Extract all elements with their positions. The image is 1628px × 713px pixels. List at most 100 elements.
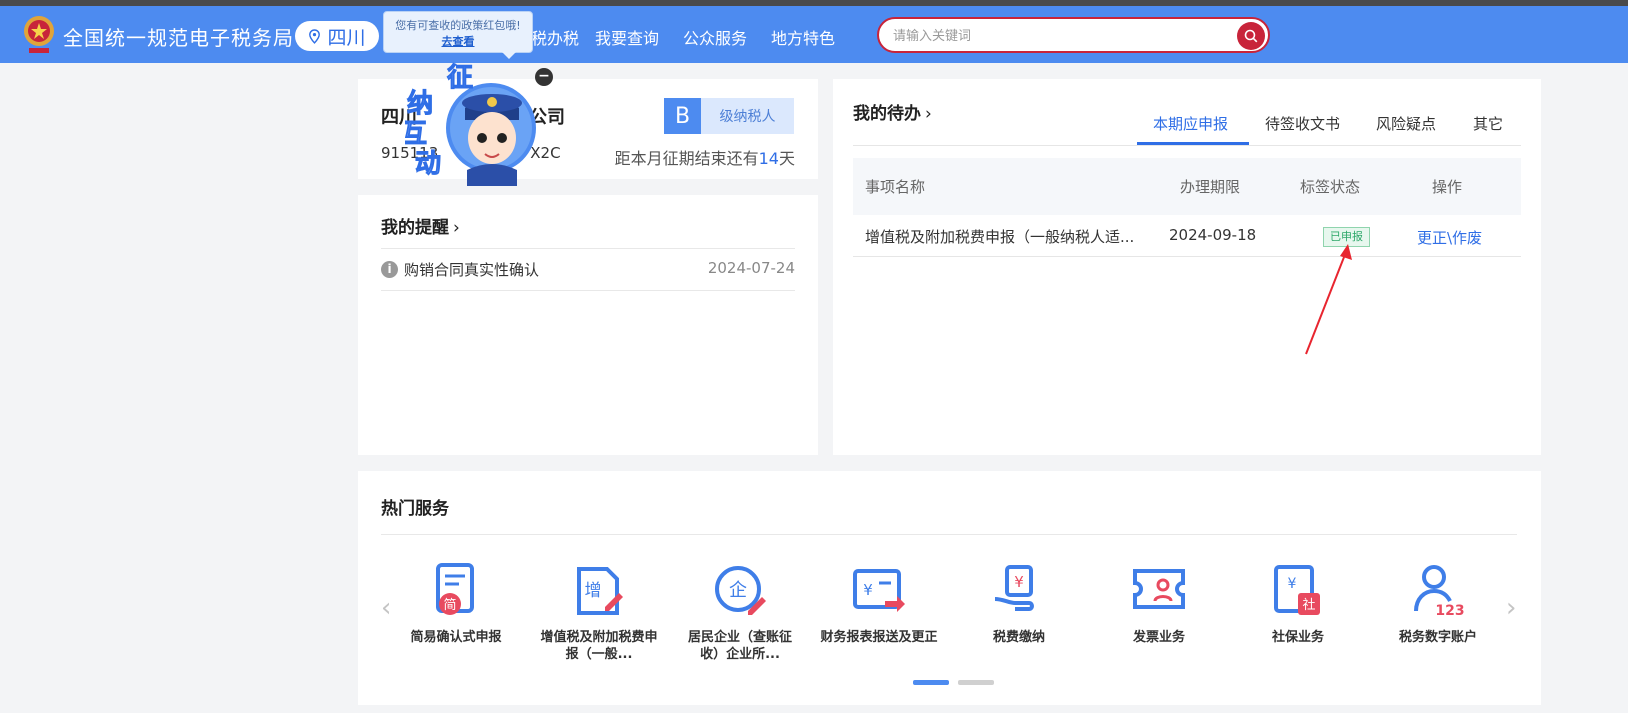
reminder-divider [381, 248, 795, 249]
taxpayer-grade-label: 级纳税人 [719, 109, 776, 125]
simple-badge: 简 [443, 597, 456, 613]
service-vat-declare[interactable]: 增 增值税及附加税费申报（一般... [539, 563, 659, 663]
nav-tax-handling[interactable]: 税办税 [531, 25, 579, 49]
vat-declare-icon: 增 [577, 567, 623, 615]
mascot-close-button[interactable]: − [535, 68, 553, 86]
todo-title[interactable]: 我的待办 › [853, 99, 932, 124]
reminder-item-date: 2024-07-24 [707, 259, 795, 277]
tax-payment-icon: ¥ [994, 565, 1034, 611]
digital-account-icon: 123 [1414, 565, 1465, 619]
carousel-prev-button[interactable]: ‹ [381, 593, 391, 623]
nav-query[interactable]: 我要查询 [595, 25, 659, 49]
policy-tooltip: 您有可查收的政策红包哦! 去查看 [383, 11, 533, 59]
service-label: 税务数字账户 [1398, 630, 1477, 645]
tooltip-text: 您有可查收的政策红包哦! [395, 19, 521, 32]
service-label: 社保业务 [1271, 630, 1324, 645]
deadline-prefix: 距本月征期结束还有 [614, 149, 759, 168]
chevron-right-icon: › [1506, 593, 1517, 623]
tab-pending-documents[interactable]: 待签收文书 [1265, 113, 1340, 134]
chevron-right-icon: › [453, 218, 460, 238]
column-header-name: 事项名称 [865, 178, 926, 196]
reminder-title-text: 我的提醒 [381, 218, 449, 238]
row-item-name[interactable]: 增值税及附加税费申报（一般纳税人适... [865, 226, 1134, 247]
column-header-action: 操作 [1432, 178, 1463, 196]
active-tab-indicator [1137, 142, 1249, 145]
invoice-icon [1133, 569, 1185, 609]
social-badge: 社 [1302, 597, 1315, 613]
table-row: 增值税及附加税费申报（一般纳税人适... 2024-09-18 已申报 更正\作… [853, 215, 1521, 257]
service-invoice[interactable]: 发票业务 [1099, 563, 1219, 646]
correct-void-link[interactable]: 更正\作废 [1417, 227, 1482, 248]
mascot-char-hu: 互 [405, 119, 427, 149]
tab-bar-line [853, 145, 1521, 146]
mascot-char-zheng: 征 [447, 63, 473, 93]
hot-services-title: 热门服务 [381, 499, 449, 519]
hot-services-divider [381, 534, 1517, 535]
search-input[interactable] [893, 25, 1213, 47]
reminder-title[interactable]: 我的提醒 › [381, 213, 460, 238]
red-annotation-arrow [1305, 244, 1352, 355]
chevron-left-icon: ‹ [381, 593, 392, 623]
hot-services-card: 热门服务 ‹ › 简 简易确认式申报 增 增值税及附加税费申报（一般... 企 … [358, 471, 1541, 705]
site-title[interactable]: 全国统一规范电子税务局 [63, 22, 294, 51]
enterprise-income-icon: 企 [715, 566, 766, 615]
service-label: 增值税及附加税费申报（一般... [540, 630, 658, 662]
service-label: 居民企业（查账征收）企业所... [687, 630, 792, 662]
service-tax-payment[interactable]: ¥ 税费缴纳 [959, 563, 1079, 646]
tab-risk-doubts[interactable]: 风险疑点 [1376, 113, 1436, 134]
service-enterprise-income[interactable]: 企 居民企业（查账征收）企业所... [680, 563, 800, 663]
info-icon: i [381, 261, 398, 278]
taxpayer-grade: B [664, 98, 701, 134]
simple-declare-icon: 简 [436, 563, 474, 615]
tab-others[interactable]: 其它 [1473, 113, 1503, 134]
nav-public-service[interactable]: 公众服务 [683, 25, 747, 49]
reminder-item-text: 购销合同真实性确认 [404, 261, 540, 279]
search-icon [1244, 29, 1258, 43]
service-label: 财务报表报送及更正 [820, 630, 938, 645]
service-social-security[interactable]: ¥ 社 社保业务 [1238, 563, 1358, 646]
search-box [877, 17, 1270, 53]
location-pin-icon [309, 28, 321, 44]
deadline-days: 14 [758, 149, 779, 168]
service-financial-report[interactable]: ¥ 财务报表报送及更正 [819, 563, 939, 646]
nav-local-feature[interactable]: 地方特色 [771, 25, 835, 49]
tooltip-view-link[interactable]: 去查看 [384, 34, 532, 50]
mascot-widget[interactable]: 征 纳 互 动 [405, 58, 537, 186]
taxpayer-grade-badge: B 级纳税人 [664, 98, 794, 134]
national-emblem-icon[interactable] [22, 14, 56, 56]
carousel-next-button[interactable]: › [1506, 593, 1516, 623]
carousel-dot-active[interactable] [913, 680, 949, 685]
deadline-suffix: 天 [778, 149, 795, 168]
search-button[interactable] [1237, 22, 1265, 50]
reminder-card: 我的提醒 › i 购销合同真实性确认 2024-07-24 [358, 195, 818, 455]
svg-text:¥: ¥ [1014, 573, 1024, 591]
chevron-right-icon: › [925, 104, 932, 124]
carousel-dot[interactable] [958, 680, 994, 685]
column-header-status: 标签状态 [1300, 178, 1361, 196]
todo-card: 我的待办 › 本期应申报 待签收文书 风险疑点 其它 事项名称 办理期限 标签状态… [833, 79, 1541, 455]
service-digital-account[interactable]: 123 税务数字账户 [1378, 563, 1498, 646]
tab-current-declare[interactable]: 本期应申报 [1153, 113, 1228, 134]
top-header: 全国统一规范电子税务局 四川 税办税 我要查询 公众服务 地方特色 [0, 6, 1628, 63]
row-deadline: 2024-09-18 [1169, 226, 1257, 244]
svg-text:¥: ¥ [863, 581, 873, 599]
region-selector[interactable]: 四川 [295, 21, 379, 51]
todo-title-text: 我的待办 [853, 104, 921, 124]
todo-table-header: 事项名称 办理期限 标签状态 操作 [853, 158, 1521, 215]
service-label: 税费缴纳 [992, 630, 1045, 645]
minus-icon: − [538, 68, 550, 84]
reminder-row-divider [381, 290, 795, 291]
mascot-char-dong: 动 [415, 149, 441, 179]
column-header-deadline: 办理期限 [1180, 178, 1241, 196]
service-label: 发票业务 [1132, 630, 1185, 645]
reminder-item[interactable]: i 购销合同真实性确认 2024-07-24 [381, 258, 795, 280]
region-name: 四川 [327, 26, 366, 49]
social-security-icon: ¥ 社 [1274, 565, 1320, 615]
enterprise-badge: 企 [729, 580, 747, 601]
service-label: 简易确认式申报 [410, 630, 502, 645]
filing-deadline: 距本月征期结束还有14天 [615, 145, 795, 169]
mascot-char-na: 纳 [407, 88, 433, 119]
svg-text:¥: ¥ [1288, 576, 1297, 592]
account-badge: 123 [1435, 603, 1464, 619]
service-simple-declare[interactable]: 简 简易确认式申报 [396, 563, 516, 646]
